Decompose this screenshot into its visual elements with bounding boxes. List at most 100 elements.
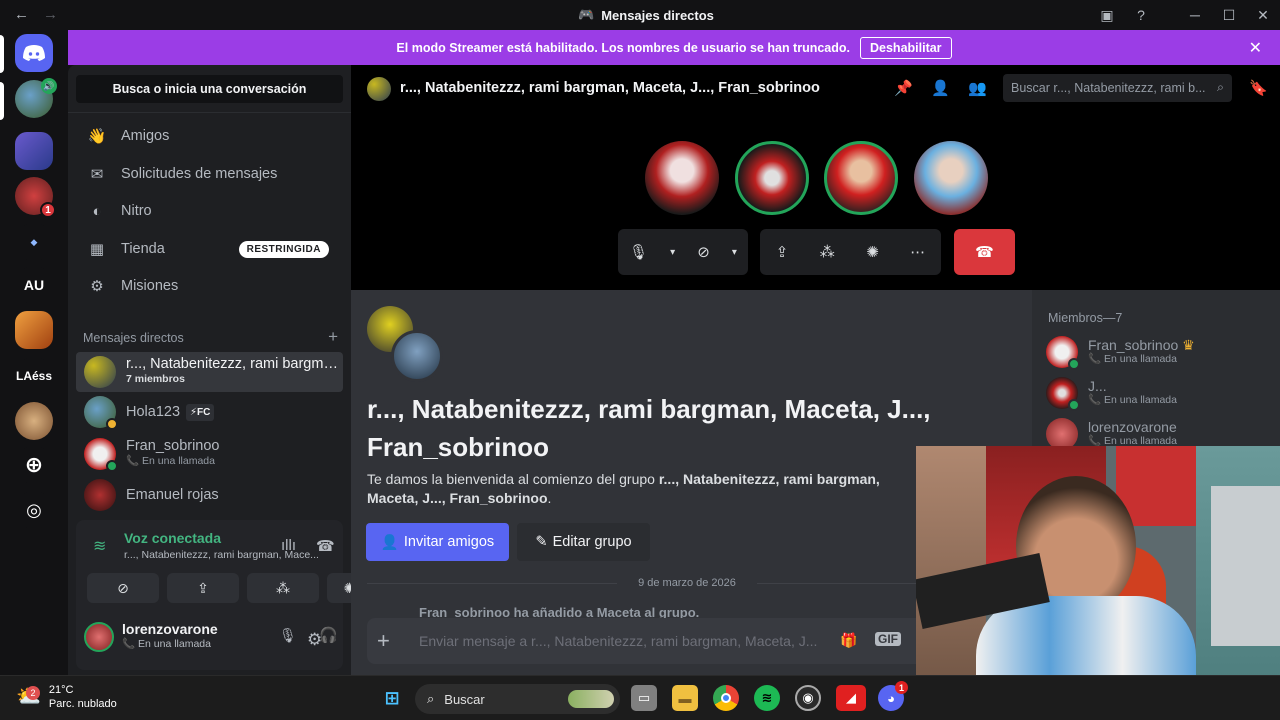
dm-item-group[interactable]: r..., Natabenitezzz, rami bargman, Ma...… <box>76 352 343 392</box>
nitro-icon: ◐ <box>92 202 102 220</box>
add-friend-icon[interactable]: 👤 <box>931 79 950 97</box>
signal-icon[interactable]: ≋ <box>93 536 106 556</box>
obs-icon[interactable]: ◉ <box>795 685 821 711</box>
add-dm-icon[interactable]: + <box>328 328 338 345</box>
guild-tag: ⚡FC <box>186 403 215 421</box>
taskbar-search[interactable]: ⌕ Buscar <box>415 684 620 714</box>
nav-friends[interactable]: 👋 Amigos <box>76 118 343 154</box>
member-item[interactable]: J... 📞 En una llamada <box>1046 377 1177 411</box>
camera-off-icon: ⊘ <box>117 579 129 596</box>
shop-icon: ▦ <box>89 241 105 258</box>
nav-quests[interactable]: ⚙ Misiones <box>76 268 343 304</box>
dm-item-hola123[interactable]: Hola123 ⚡FC <box>76 392 343 432</box>
window-title: 🎮 Mensajes directos <box>578 7 714 23</box>
task-view-icon[interactable]: ▭ <box>631 685 657 711</box>
server-icon[interactable]: ◆ <box>15 223 53 261</box>
home-button[interactable] <box>15 34 53 72</box>
crown-icon: ♛ <box>1182 337 1195 353</box>
dm-item-fran[interactable]: Fran_sobrinoo 📞 En una llamada <box>76 434 343 474</box>
server-icon[interactable] <box>15 311 53 349</box>
taskbar: ⛅2 21°CParc. nublado ⊞ ⌕Buscar ▭ ▬ ≋ ◉ ◢… <box>0 675 1280 720</box>
avatar <box>84 479 116 511</box>
inbox-icon[interactable]: ▣ <box>1090 7 1124 24</box>
chevron-down-icon[interactable]: ▾ <box>732 247 737 258</box>
spotify-icon[interactable]: ≋ <box>754 685 780 711</box>
forward-arrow-icon[interactable]: → <box>43 6 58 23</box>
activities-button[interactable]: ⁂ <box>247 573 319 603</box>
maximize-button[interactable]: ☐ <box>1212 7 1246 24</box>
camera-off-button[interactable]: ⊘ <box>87 573 159 603</box>
close-window-button[interactable]: ✕ <box>1246 7 1280 24</box>
gift-icon[interactable]: 🎁 <box>840 632 857 649</box>
chrome-icon[interactable] <box>713 685 739 711</box>
soundwave-icon[interactable]: ıllı <box>281 537 296 554</box>
dm-item-emanuel[interactable]: Emanuel rojas <box>76 475 343 515</box>
screen-share-button[interactable]: ⇪ <box>167 573 239 603</box>
nav-message-requests[interactable]: ✉ Solicitudes de mensajes <box>76 156 343 192</box>
voice-panel: ≋ Voz conectada r..., Natabenitezzz, ram… <box>76 520 372 670</box>
screen-share-icon[interactable]: ⇪ <box>776 243 789 261</box>
inbox-icon[interactable]: 🔖 <box>1249 79 1268 97</box>
edit-group-button[interactable]: ✎ Editar grupo <box>517 523 650 561</box>
add-server-icon[interactable]: ⊕ <box>15 446 53 484</box>
discover-icon[interactable]: ◎ <box>15 491 53 529</box>
disable-streamer-button[interactable]: Deshabilitar <box>860 36 952 59</box>
speaker-icon: 🔊 <box>41 78 57 94</box>
microphone-icon[interactable]: 🎙 <box>629 243 648 261</box>
windows-start-icon[interactable]: ⊞ <box>379 685 405 711</box>
settings-gear-icon[interactable]: ⚙ <box>307 630 322 650</box>
envelope-icon: ✉ <box>90 166 104 183</box>
channel-header: r..., Natabenitezzz, rami bargman, Macet… <box>351 65 1280 112</box>
avatar <box>84 356 116 388</box>
add-user-icon: 👤 <box>380 534 399 551</box>
welcome-text: Te damos la bienvenida al comienzo del g… <box>367 471 880 506</box>
minimize-button[interactable]: ─ <box>1178 7 1212 23</box>
group-title: r..., Natabenitezzz, rami bargman, Macet… <box>367 394 931 462</box>
phone-icon: 📞 <box>1088 353 1102 365</box>
message-input[interactable]: Enviar mensaje a r..., Natabenitezzz, ra… <box>419 633 829 649</box>
call-action-controls: ⇪ ⁂ ✺ ⋯ <box>760 229 941 275</box>
nav-nitro[interactable]: ◐ Nitro <box>76 193 343 229</box>
channel-search-input[interactable]: Buscar r..., Natabenitezzz, rami b... ⌕ <box>1003 74 1232 102</box>
gif-icon[interactable]: GIF <box>875 632 901 646</box>
avatar <box>84 438 118 472</box>
back-arrow-icon[interactable]: ← <box>14 6 29 23</box>
streaming-app-icon[interactable]: ◢ <box>836 685 866 711</box>
help-icon[interactable]: ? <box>1124 7 1158 23</box>
weather-widget[interactable]: ⛅2 21°CParc. nublado <box>16 683 117 711</box>
members-icon[interactable]: 👥 <box>968 79 987 97</box>
title-bar: ← → 🎮 Mensajes directos ▣ ? ─ ☐ ✕ <box>0 0 1280 30</box>
pin-icon[interactable]: 📌 <box>894 79 913 97</box>
activities-icon: ⁂ <box>276 579 290 596</box>
member-item[interactable]: Fran_sobrinoo ♛ 📞 En una llamada <box>1046 336 1195 370</box>
call-participant-avatar[interactable] <box>645 141 719 215</box>
nav-shop[interactable]: ▦ Tienda RESTRINGIDA <box>76 231 343 267</box>
add-attachment-icon[interactable]: + <box>377 628 390 654</box>
camera-off-icon[interactable]: ⊘ <box>697 243 710 261</box>
soundboard-icon[interactable]: ✺ <box>866 243 879 261</box>
call-participant-avatar[interactable] <box>824 141 898 215</box>
activities-icon[interactable]: ⁂ <box>820 243 835 261</box>
server-icon[interactable] <box>15 402 53 440</box>
server-icon[interactable]: 1 <box>15 177 56 218</box>
chevron-down-icon[interactable]: ▾ <box>670 247 675 258</box>
server-icon[interactable] <box>15 132 53 170</box>
more-options-icon[interactable]: ⋯ <box>910 243 925 261</box>
phone-icon: 📞 <box>1088 394 1102 406</box>
hang-up-button[interactable]: ☎ <box>954 229 1015 275</box>
microphone-icon[interactable]: 🎙 <box>279 627 297 644</box>
server-au[interactable]: AU <box>15 266 53 304</box>
server-avatar[interactable]: 🔊 <box>15 78 57 118</box>
dm-sidebar: Busca o inicia una conversación 👋 Amigos … <box>68 65 372 675</box>
discord-taskbar-icon[interactable]: ◕ 1 <box>878 681 908 711</box>
file-explorer-icon[interactable]: ▬ <box>672 685 698 711</box>
close-icon[interactable]: ✕ <box>1249 38 1262 58</box>
disconnect-icon[interactable]: ☎ <box>316 537 335 555</box>
invite-friends-button[interactable]: 👤 Invitar amigos <box>366 523 509 561</box>
conversation-search[interactable]: Busca o inicia una conversación <box>76 75 343 103</box>
friends-icon: 👋 <box>87 128 107 145</box>
server-laess[interactable]: LAéss <box>15 357 53 395</box>
call-participant-avatar[interactable] <box>914 141 988 215</box>
avatar[interactable] <box>84 622 114 652</box>
call-participant-avatar[interactable] <box>735 141 809 215</box>
